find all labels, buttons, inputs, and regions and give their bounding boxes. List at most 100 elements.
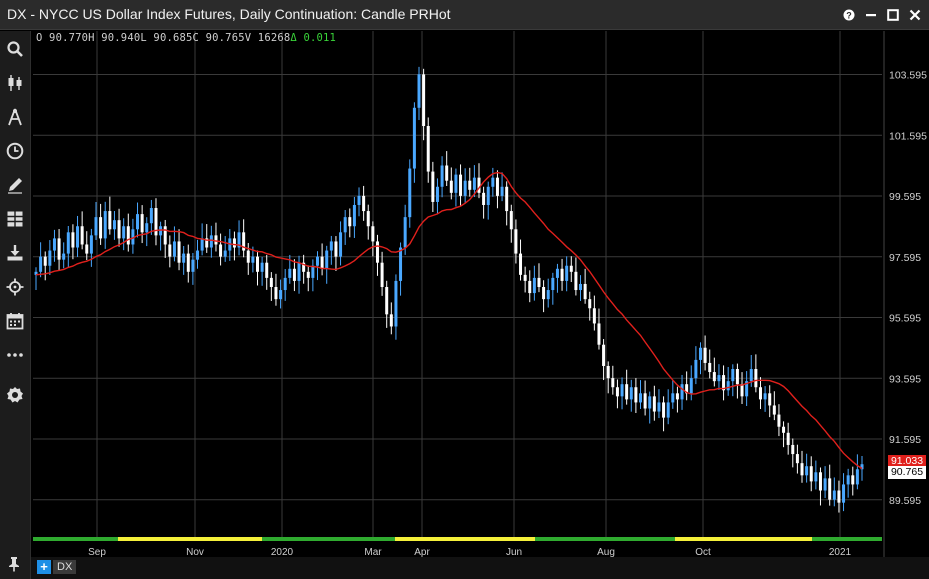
candle-body (445, 165, 449, 181)
candle-body (643, 393, 647, 409)
candle-body (103, 211, 107, 239)
candle-body (71, 232, 75, 248)
candle-body (163, 226, 167, 245)
candle-body (177, 241, 181, 263)
candle-body (551, 277, 555, 291)
candle-body (426, 126, 430, 172)
candle-body (412, 107, 416, 169)
candle-body (209, 235, 213, 248)
candle-body (615, 387, 619, 397)
bottom-tab-bar (31, 557, 929, 579)
candle-body (85, 244, 89, 254)
y-tick-label: 95.595 (889, 313, 921, 325)
candle-body (657, 402, 661, 412)
candle-body (232, 238, 236, 248)
candle-body (315, 256, 319, 266)
candle-body (851, 475, 855, 485)
candle-body (791, 444, 795, 455)
candle-body (459, 174, 463, 196)
candle-body (334, 241, 338, 257)
candle-body (62, 253, 66, 260)
candle-body (246, 250, 250, 263)
candle-body (763, 393, 767, 400)
candle-body (634, 387, 638, 403)
candle-body (80, 226, 84, 245)
candle-body (818, 472, 822, 491)
candle-body (279, 290, 283, 300)
candle-body (320, 256, 324, 269)
candle-body (200, 238, 204, 251)
candle-body (532, 277, 536, 294)
pin-icon[interactable] (7, 556, 21, 577)
candle-body (454, 174, 458, 193)
candle-body (94, 217, 98, 236)
session-strip-segment (118, 537, 262, 541)
candle-body (186, 253, 190, 272)
candle-body (782, 426, 786, 433)
candle-body (283, 277, 287, 291)
candle-body (648, 396, 652, 409)
candle-body (159, 226, 163, 236)
candle-body (357, 195, 361, 205)
session-strip-segment (395, 537, 535, 541)
candle-body (292, 268, 296, 281)
candle-body (800, 463, 804, 476)
candle-body (606, 365, 610, 379)
ohlc-open: O 90.770H (36, 32, 95, 44)
candle-body (639, 393, 643, 403)
candle-body (449, 180, 453, 193)
candle-body (260, 262, 264, 272)
candle-body (140, 214, 144, 233)
y-tick-label: 89.595 (889, 495, 921, 507)
ohlc-change: Δ 0.011 (290, 32, 337, 44)
candle-body (325, 250, 329, 269)
candle-body (542, 287, 546, 300)
candle-body (795, 454, 799, 464)
candle-body (348, 217, 352, 227)
candle-body (611, 378, 615, 388)
add-tab-button[interactable]: + (37, 560, 51, 574)
candle-body (583, 283, 587, 300)
candle-body (523, 274, 527, 281)
candle-body (735, 369, 739, 385)
ohlc-high: 90.940L (101, 32, 147, 44)
candle-body (731, 369, 735, 382)
candle-body (117, 220, 121, 239)
candle-body (565, 265, 569, 281)
candle-body (717, 375, 721, 382)
candle-body (726, 381, 730, 391)
moving-average-line (35, 171, 863, 470)
candle-body (43, 256, 47, 266)
last-price-tag: 90.765 (888, 466, 926, 479)
candle-body (394, 280, 398, 327)
candle-body (311, 265, 315, 278)
candle-body (223, 250, 227, 257)
candle-body (417, 74, 421, 108)
candle-body (380, 262, 384, 287)
candle-body (486, 186, 490, 205)
candle-body (837, 490, 841, 503)
candle-body (772, 405, 776, 415)
y-tick-label: 101.595 (889, 130, 927, 142)
candle-body (219, 244, 223, 257)
candle-body (39, 256, 43, 272)
price-chart[interactable]: 103.595 101.595 99.595 97.595 95.595 93.595 91… (0, 0, 929, 579)
candle-body (472, 177, 476, 190)
candle-body (597, 323, 601, 345)
symbol-tab[interactable]: DX (53, 560, 77, 574)
candle-body (749, 369, 753, 382)
candle-body (832, 490, 836, 500)
candle-body (712, 372, 716, 382)
candle-body (126, 226, 130, 245)
candle-body (629, 387, 633, 400)
candle-body (399, 247, 403, 281)
candle-body (168, 244, 172, 257)
candle-body (149, 208, 153, 224)
session-strip-segment (535, 537, 675, 541)
candle-body (435, 186, 439, 202)
candle-body (500, 186, 504, 196)
candle-body (255, 256, 259, 272)
y-tick-label: 93.595 (889, 373, 921, 385)
candle-body (740, 384, 744, 397)
candle-body (560, 268, 564, 281)
